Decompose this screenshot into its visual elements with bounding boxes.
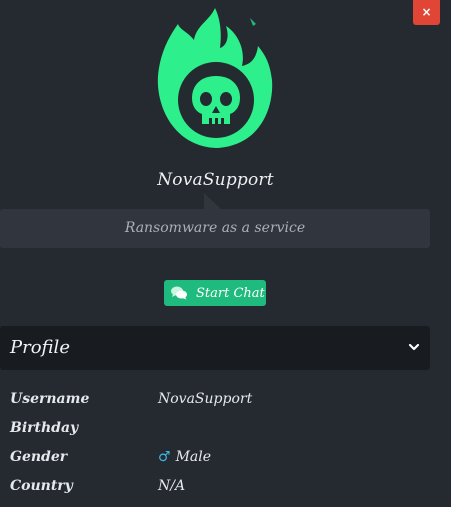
profile-field-gender: Gender ♂ Male	[10, 449, 430, 473]
gender-value: Male	[175, 449, 212, 465]
field-label: Birthday	[10, 420, 79, 436]
field-value: ♂ Male	[158, 449, 211, 465]
close-button[interactable]: ×	[413, 0, 440, 25]
bio-pointer	[204, 193, 222, 210]
chat-bubbles-icon	[171, 286, 187, 300]
field-label: Username	[10, 391, 90, 407]
profile-field-country: Country N/A	[10, 478, 430, 502]
start-chat-label: Start Chat	[196, 285, 265, 301]
profile-field-birthday: Birthday	[10, 420, 430, 444]
profile-display-name: NovaSupport	[157, 170, 274, 190]
field-value: N/A	[158, 478, 186, 494]
field-label: Gender	[10, 449, 68, 465]
field-label: Country	[10, 478, 73, 494]
bio-text: Ransomware as a service	[0, 209, 430, 248]
profile-field-username: Username NovaSupport	[10, 391, 430, 415]
flaming-skull-icon	[157, 8, 273, 148]
profile-section-title: Profile	[10, 337, 70, 358]
male-icon: ♂	[158, 449, 171, 465]
chevron-down-icon	[408, 343, 420, 351]
field-value: NovaSupport	[158, 391, 253, 407]
start-chat-button[interactable]: Start Chat	[164, 280, 266, 306]
profile-section-toggle[interactable]: Profile	[0, 326, 430, 370]
